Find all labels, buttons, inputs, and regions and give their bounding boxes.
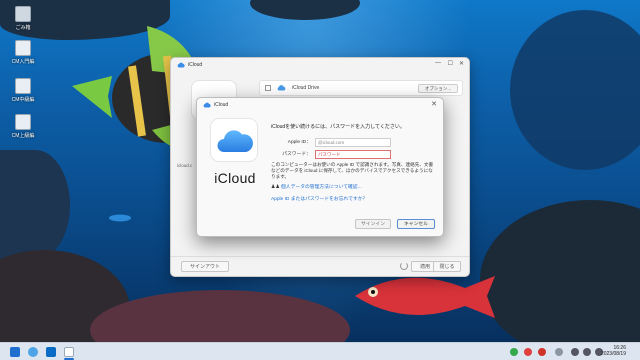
window-bottom-bar: サインアウト 適用 閉じる bbox=[171, 256, 469, 276]
refresh-icon[interactable] bbox=[400, 262, 408, 270]
icloud-drive-label: iCloud Drive bbox=[292, 85, 320, 91]
password-input[interactable]: パスワード bbox=[315, 150, 391, 159]
password-row: パスワード： パスワード bbox=[271, 150, 421, 159]
minimize-icon[interactable]: — bbox=[435, 60, 441, 66]
desktop-icon-shortcut-1[interactable]: CM入門編 bbox=[6, 40, 40, 65]
maximize-icon[interactable]: ☐ bbox=[448, 60, 453, 67]
password-label: パスワード： bbox=[282, 152, 311, 157]
desktop-icon-label: CM上級編 bbox=[11, 133, 35, 139]
cancel-button[interactable]: キャンセル bbox=[397, 219, 435, 229]
icloud-cloud-icon bbox=[203, 102, 211, 107]
apple-id-field[interactable]: @icloud.com bbox=[315, 138, 391, 147]
shortcut-icon bbox=[15, 40, 31, 56]
info-text: このコンピューターはお使いの Apple ID で認識されます。写真、連絡先、文… bbox=[271, 162, 434, 179]
security-shield-icon[interactable] bbox=[510, 348, 518, 356]
window-titlebar: iCloud bbox=[171, 58, 469, 71]
signin-button[interactable]: サインイン bbox=[355, 219, 391, 229]
app-tray-icon[interactable] bbox=[524, 348, 532, 356]
desktop-icon-label: ごみ箱 bbox=[15, 25, 31, 31]
privacy-icon: ♟♟ bbox=[271, 184, 280, 190]
shortcut-icon bbox=[15, 78, 31, 94]
desktop-icon-recycle-bin[interactable]: ごみ箱 bbox=[6, 6, 40, 31]
icloud-taskbar-icon[interactable] bbox=[64, 347, 74, 357]
desktop-icon-shortcut-3[interactable]: CM上級編 bbox=[6, 114, 40, 139]
clock-date: 2023/08/19 bbox=[600, 351, 626, 357]
privacy-link[interactable]: 個人データの管理方法について確認... bbox=[281, 183, 362, 190]
close-icon[interactable]: ✕ bbox=[459, 60, 464, 67]
small-fish-image bbox=[109, 214, 131, 222]
signout-button[interactable]: サインアウト bbox=[181, 261, 229, 272]
desktop-icon-label: CM中級編 bbox=[11, 97, 35, 103]
close-icon[interactable]: ✕ bbox=[431, 100, 437, 108]
reef-shape bbox=[480, 200, 640, 342]
dialog-title: iCloud bbox=[214, 101, 229, 108]
icloud-cloud-icon bbox=[177, 62, 185, 67]
icloud-logo-tile bbox=[210, 118, 258, 162]
close-button[interactable]: 閉じる bbox=[433, 261, 461, 272]
apple-id-row: Apple ID： @icloud.com bbox=[271, 138, 421, 147]
reef-shape bbox=[510, 10, 640, 170]
cloud-icon bbox=[277, 85, 286, 91]
forgot-password-link[interactable]: Apple ID またはパスワードをお忘れですか？ bbox=[271, 195, 367, 202]
desktop-icon-label: CM入門編 bbox=[11, 59, 35, 65]
outlook-icon[interactable] bbox=[46, 347, 56, 357]
recycle-bin-icon bbox=[15, 6, 31, 22]
edge-browser-icon[interactable] bbox=[28, 347, 38, 357]
icloud-cloud-icon bbox=[217, 130, 253, 152]
app-tray-icon[interactable] bbox=[538, 348, 546, 356]
icloud-brand-text: iCloud bbox=[214, 170, 256, 186]
system-clock[interactable]: 16:26 2023/08/19 bbox=[601, 345, 626, 357]
taskbar: 16:26 2023/08/19 bbox=[0, 342, 640, 360]
dialog-titlebar: iCloud bbox=[197, 98, 443, 111]
signin-prompt: iCloudを使い続けるには、パスワードを入力してください。 bbox=[271, 124, 405, 130]
options-button[interactable]: オプション... bbox=[418, 84, 458, 93]
checkbox[interactable] bbox=[265, 85, 271, 91]
icloud-drive-row: iCloud Drive オプション... bbox=[259, 80, 463, 96]
desktop-icon-shortcut-2[interactable]: CM中級編 bbox=[6, 78, 40, 103]
chevron-up-icon[interactable] bbox=[555, 348, 563, 356]
start-icon[interactable] bbox=[10, 347, 20, 357]
volume-icon[interactable] bbox=[583, 348, 591, 356]
window-title: iCloud bbox=[188, 61, 203, 68]
apple-id-label: Apple ID： bbox=[287, 140, 311, 145]
reef-shape bbox=[0, 150, 70, 260]
icloud-signin-dialog: iCloud ✕ iCloud iCloudを使い続けるには、パスワードを入力し… bbox=[196, 97, 444, 237]
account-email-fragment: icloud.c bbox=[177, 163, 193, 168]
shortcut-icon bbox=[15, 114, 31, 130]
wifi-icon[interactable] bbox=[571, 348, 579, 356]
